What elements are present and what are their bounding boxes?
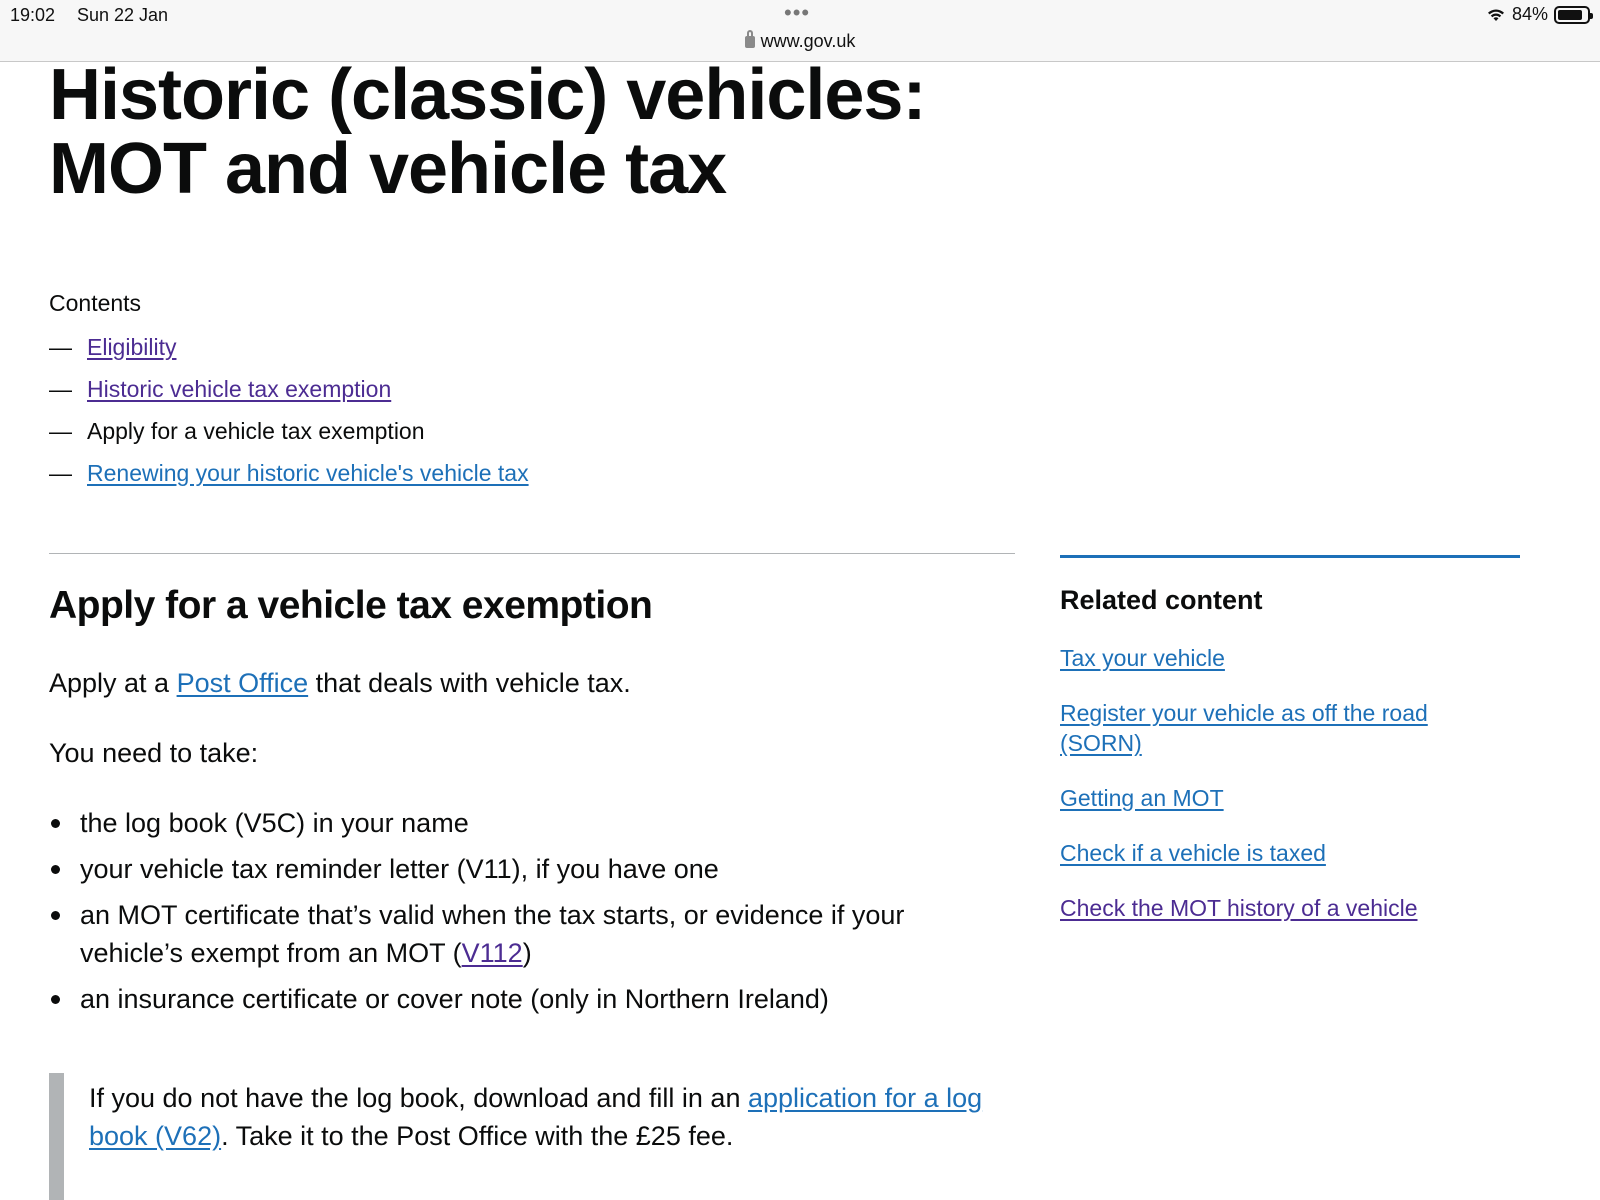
wifi-icon [1487, 9, 1504, 21]
related-link-mot-history[interactable]: Check the MOT history of a vehicle [1060, 895, 1418, 921]
status-time: 19:02 [10, 5, 56, 25]
url-text[interactable]: www.gov.uk [761, 31, 856, 51]
contents-item: — Historic vehicle tax exemption [49, 375, 529, 417]
section-divider [49, 553, 1015, 554]
contents-label: Contents [49, 290, 142, 316]
battery-fill [1558, 9, 1582, 20]
battery-icon [1554, 5, 1593, 24]
contents-item: — Eligibility [49, 333, 529, 375]
address-bar[interactable]: www.gov.uk [0, 30, 1600, 52]
v112-link[interactable]: V112 [462, 938, 523, 968]
inset-text-start: If you do not have the log book, downloa… [89, 1083, 748, 1113]
related-content-list: Tax your vehicle Register your vehicle a… [1060, 643, 1480, 948]
toc-link-renewing[interactable]: Renewing your historic vehicle's vehicle… [87, 459, 529, 501]
contents-list: — Eligibility — Historic vehicle tax exe… [49, 333, 529, 501]
dash-icon: — [49, 460, 72, 486]
list-item: the log book (V5C) in your name [49, 804, 1009, 842]
page-title: Historic (classic) vehicles: MOT and vehi… [49, 55, 926, 209]
list-item: an insurance certificate or cover note (… [49, 980, 1009, 1018]
list-item: an MOT certificate that’s valid when the… [49, 896, 1009, 972]
inset-text: If you do not have the log book, downloa… [49, 1073, 1019, 1200]
status-date: Sun 22 Jan [77, 5, 169, 25]
intro-paragraph: Apply at a Post Office that deals with v… [49, 668, 631, 699]
inset-paragraph: If you do not have the log book, downloa… [89, 1079, 1019, 1155]
related-link-getting-mot[interactable]: Getting an MOT [1060, 785, 1224, 811]
battery-percentage: 84% [1511, 4, 1548, 24]
list-item: your vehicle tax reminder letter (V11), … [49, 850, 1009, 888]
related-item: Register your vehicle as off the road (S… [1060, 698, 1480, 758]
requirements-list: the log book (V5C) in your name your veh… [49, 804, 1009, 1026]
toc-link-historic-exemption[interactable]: Historic vehicle tax exemption [87, 375, 391, 417]
section-heading: Apply for a vehicle tax exemption [49, 584, 653, 627]
lock-icon [744, 30, 755, 48]
related-item: Check if a vehicle is taxed [1060, 838, 1480, 868]
multitask-dots-icon[interactable]: ••• [784, 0, 810, 26]
intro-text-end: that deals with vehicle tax. [308, 668, 631, 698]
status-indicators: 84% [1486, 4, 1593, 25]
status-bar: 19:02 Sun 22 Jan ••• www.gov.uk 84% [0, 0, 1600, 62]
contents-item: — Renewing your historic vehicle's vehic… [49, 459, 529, 501]
toc-link-eligibility[interactable]: Eligibility [87, 333, 176, 375]
related-link-tax-vehicle[interactable]: Tax your vehicle [1060, 645, 1225, 671]
related-content-bar [1060, 555, 1520, 558]
related-item: Getting an MOT [1060, 783, 1480, 813]
related-item: Tax your vehicle [1060, 643, 1480, 673]
contents-item: — Apply for a vehicle tax exemption [49, 417, 529, 459]
related-link-sorn[interactable]: Register your vehicle as off the road (S… [1060, 700, 1428, 756]
need-to-take-text: You need to take: [49, 738, 259, 768]
dash-icon: — [49, 334, 72, 360]
list-item-text-end: ) [522, 938, 532, 968]
toc-current-apply: Apply for a vehicle tax exemption [87, 418, 425, 444]
dash-icon: — [49, 376, 72, 402]
related-content-heading: Related content [1060, 585, 1263, 615]
intro-text: Apply at a [49, 668, 177, 698]
inset-text-end: . Take it to the Post Office with the £2… [221, 1121, 734, 1151]
dash-icon: — [49, 418, 72, 444]
related-link-check-taxed[interactable]: Check if a vehicle is taxed [1060, 840, 1326, 866]
post-office-link[interactable]: Post Office [177, 668, 309, 698]
related-item: Check the MOT history of a vehicle [1060, 893, 1480, 923]
